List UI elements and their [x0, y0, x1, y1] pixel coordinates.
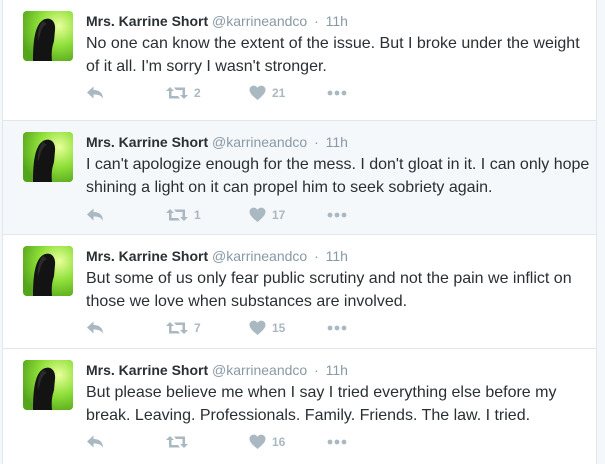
tweet[interactable]: Mrs. Karrine Short @karrineandco · 11h N…: [3, 0, 596, 121]
header-separator: ·: [314, 134, 319, 150]
reply-button[interactable]: [86, 319, 104, 337]
tweet[interactable]: Mrs. Karrine Short @karrineandco · 11h I…: [3, 121, 596, 235]
avatar[interactable]: [23, 11, 73, 61]
reply-icon: [86, 207, 104, 223]
tweet-header: Mrs. Karrine Short @karrineandco · 11h: [86, 133, 348, 151]
tweet-text: But please believe me when I say I tried…: [86, 384, 557, 424]
reply-icon: [86, 320, 104, 336]
more-dots-icon: [327, 212, 347, 218]
reply-button[interactable]: [86, 84, 104, 102]
like-count: 15: [272, 321, 286, 335]
more-dots-icon: [327, 325, 347, 331]
heart-icon: [249, 434, 266, 450]
retweet-icon: [166, 320, 188, 336]
more-dots-icon: [327, 90, 347, 96]
avatar[interactable]: [23, 246, 73, 296]
like-button[interactable]: 21: [249, 84, 285, 102]
avatar[interactable]: [23, 360, 73, 410]
tweet-header: Mrs. Karrine Short @karrineandco · 11h: [86, 12, 348, 30]
more-dots-icon: [327, 439, 347, 445]
tweet-text: But some of us only fear public scrutiny…: [86, 270, 572, 310]
more-button[interactable]: [327, 206, 347, 224]
reply-button[interactable]: [86, 206, 104, 224]
header-separator: ·: [314, 362, 319, 378]
reply-icon: [86, 85, 104, 101]
like-button[interactable]: 17: [249, 206, 285, 224]
tweet[interactable]: Mrs. Karrine Short @karrineandco · 11h B…: [3, 235, 596, 349]
tweet-text: No one can know the extent of the issue.…: [86, 35, 580, 75]
user-fullname[interactable]: Mrs. Karrine Short: [86, 134, 208, 150]
tweet[interactable]: Mrs. Karrine Short @karrineandco · 11h B…: [3, 349, 596, 464]
user-fullname[interactable]: Mrs. Karrine Short: [86, 248, 208, 264]
header-separator: ·: [314, 13, 319, 29]
tweet-timestamp[interactable]: 11h: [326, 362, 348, 378]
heart-icon: [249, 85, 266, 101]
retweet-button[interactable]: 2: [166, 84, 201, 102]
retweet-count: 1: [194, 208, 201, 222]
retweet-icon: [166, 85, 188, 101]
tweet-header: Mrs. Karrine Short @karrineandco · 11h: [86, 361, 348, 379]
reply-icon: [86, 434, 104, 450]
tweet-header: Mrs. Karrine Short @karrineandco · 11h: [86, 247, 348, 265]
more-button[interactable]: [327, 433, 347, 451]
user-handle[interactable]: @karrineandco: [212, 362, 307, 378]
tweet-timestamp[interactable]: 11h: [326, 134, 348, 150]
retweet-button[interactable]: [166, 433, 194, 451]
tweet-timestamp[interactable]: 11h: [326, 13, 348, 29]
user-handle[interactable]: @karrineandco: [212, 248, 307, 264]
avatar[interactable]: [23, 132, 73, 182]
timeline: Mrs. Karrine Short @karrineandco · 11h N…: [2, 0, 597, 464]
like-button[interactable]: 15: [249, 319, 285, 337]
like-count: 16: [272, 435, 286, 449]
tweet-timestamp[interactable]: 11h: [326, 248, 348, 264]
like-count: 17: [272, 208, 286, 222]
retweet-icon: [166, 207, 188, 223]
heart-icon: [249, 207, 266, 223]
retweet-button[interactable]: 1: [166, 206, 201, 224]
user-fullname[interactable]: Mrs. Karrine Short: [86, 362, 208, 378]
retweet-count: 2: [194, 86, 201, 100]
user-handle[interactable]: @karrineandco: [212, 134, 307, 150]
user-fullname[interactable]: Mrs. Karrine Short: [86, 13, 208, 29]
header-separator: ·: [314, 248, 319, 264]
retweet-button[interactable]: 7: [166, 319, 201, 337]
reply-button[interactable]: [86, 433, 104, 451]
heart-icon: [249, 320, 266, 336]
retweet-count: 7: [194, 321, 201, 335]
more-button[interactable]: [327, 319, 347, 337]
tweet-text: I can't apologize enough for the mess. I…: [86, 156, 590, 196]
more-button[interactable]: [327, 84, 347, 102]
like-count: 21: [272, 86, 286, 100]
user-handle[interactable]: @karrineandco: [212, 13, 307, 29]
retweet-icon: [166, 434, 188, 450]
like-button[interactable]: 16: [249, 433, 285, 451]
